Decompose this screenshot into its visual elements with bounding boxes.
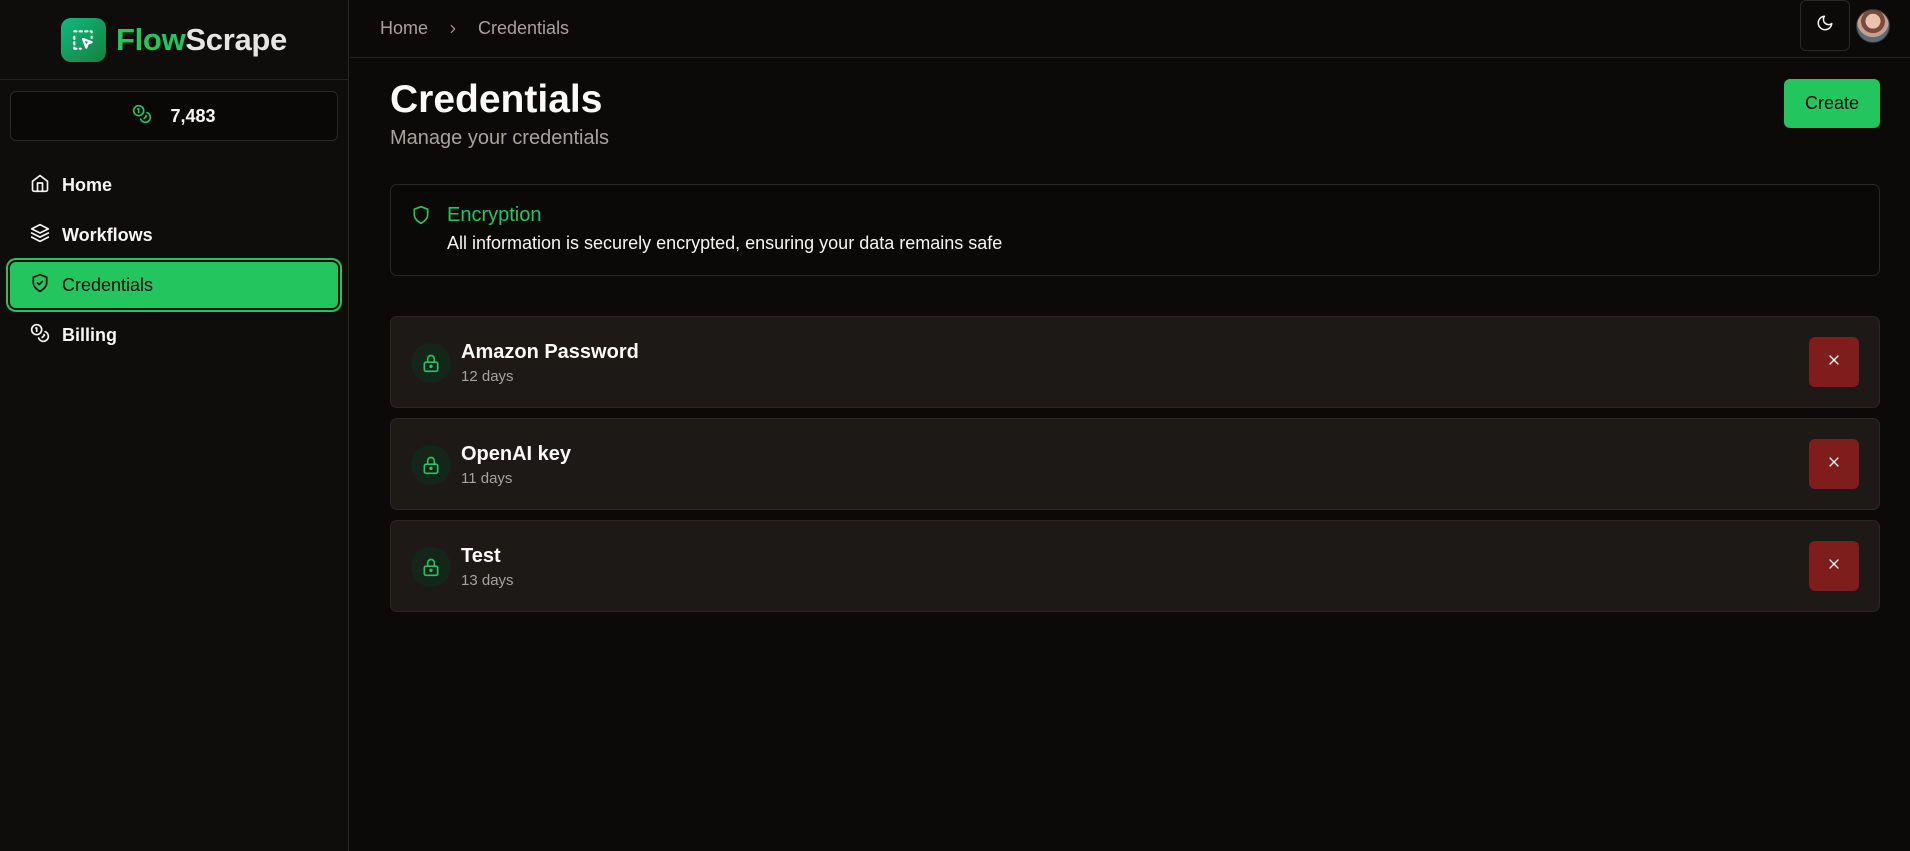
alert-description: All information is securely encrypted, e… — [447, 233, 1003, 253]
logo-icon — [60, 17, 106, 62]
avatar[interactable] — [1856, 9, 1890, 43]
credential-age: 11 days — [461, 470, 513, 487]
breadcrumb: Home Credentials — [380, 18, 569, 39]
shield-icon — [411, 205, 431, 230]
logo-text: FlowScrape — [116, 22, 287, 58]
delete-button[interactable] — [1809, 541, 1859, 591]
sidebar: FlowScrape 7,483 Home Workflows Credenti… — [0, 0, 349, 851]
sidebar-item-home[interactable]: Home — [10, 162, 338, 208]
credential-name: Test — [461, 545, 501, 567]
credential-age: 12 days — [461, 368, 514, 385]
page-title: Credentials — [390, 78, 603, 121]
logo[interactable]: FlowScrape — [0, 0, 348, 80]
delete-button[interactable] — [1809, 337, 1859, 387]
layers-icon — [30, 223, 50, 248]
sidebar-item-label: Credentials — [62, 274, 154, 295]
theme-toggle-button[interactable] — [1800, 0, 1850, 51]
alert-title: Encryption — [447, 204, 542, 226]
page-subtitle: Manage your credentials — [390, 127, 610, 149]
encryption-alert: Encryption All information is securely e… — [390, 184, 1880, 276]
sidebar-item-label: Workflows — [62, 224, 153, 245]
shield-icon — [30, 273, 50, 298]
close-icon — [1826, 352, 1842, 373]
sidebar-item-credentials[interactable]: Credentials — [10, 262, 338, 308]
list-item: Amazon Password 12 days — [390, 316, 1880, 408]
topbar: Home Credentials — [350, 0, 1910, 58]
coins-icon — [132, 104, 152, 129]
list-item: Test 13 days — [390, 520, 1880, 612]
create-button[interactable]: Create — [1784, 79, 1880, 128]
logo-text-scrape: Scrape — [185, 21, 287, 57]
sidebar-item-workflows[interactable]: Workflows — [10, 212, 338, 258]
credits-balance[interactable]: 7,483 — [10, 91, 338, 141]
close-icon — [1826, 454, 1842, 475]
lock-icon — [411, 445, 451, 485]
credential-name: OpenAI key — [461, 443, 572, 465]
sidebar-item-billing[interactable]: Billing — [10, 312, 338, 358]
breadcrumb-home[interactable]: Home — [380, 18, 428, 39]
moon-icon — [1816, 14, 1834, 37]
sidebar-item-label: Home — [62, 174, 113, 195]
home-icon — [30, 173, 50, 198]
credits-value: 7,483 — [170, 105, 216, 126]
chevron-right-icon — [446, 22, 460, 36]
lock-icon — [411, 547, 451, 587]
coins-icon — [30, 323, 50, 348]
sidebar-item-label: Billing — [62, 324, 117, 345]
credential-name: Amazon Password — [461, 341, 639, 363]
sidebar-nav: Home Workflows Credentials Billing — [10, 162, 338, 362]
credential-age: 13 days — [461, 572, 514, 589]
list-item: OpenAI key 11 days — [390, 418, 1880, 510]
breadcrumb-current[interactable]: Credentials — [478, 18, 569, 39]
close-icon — [1826, 556, 1842, 577]
logo-text-flow: Flow — [115, 21, 186, 57]
delete-button[interactable] — [1809, 439, 1859, 489]
credentials-list: Amazon Password 12 days OpenAI key 11 da… — [390, 316, 1880, 622]
lock-icon — [411, 343, 451, 383]
